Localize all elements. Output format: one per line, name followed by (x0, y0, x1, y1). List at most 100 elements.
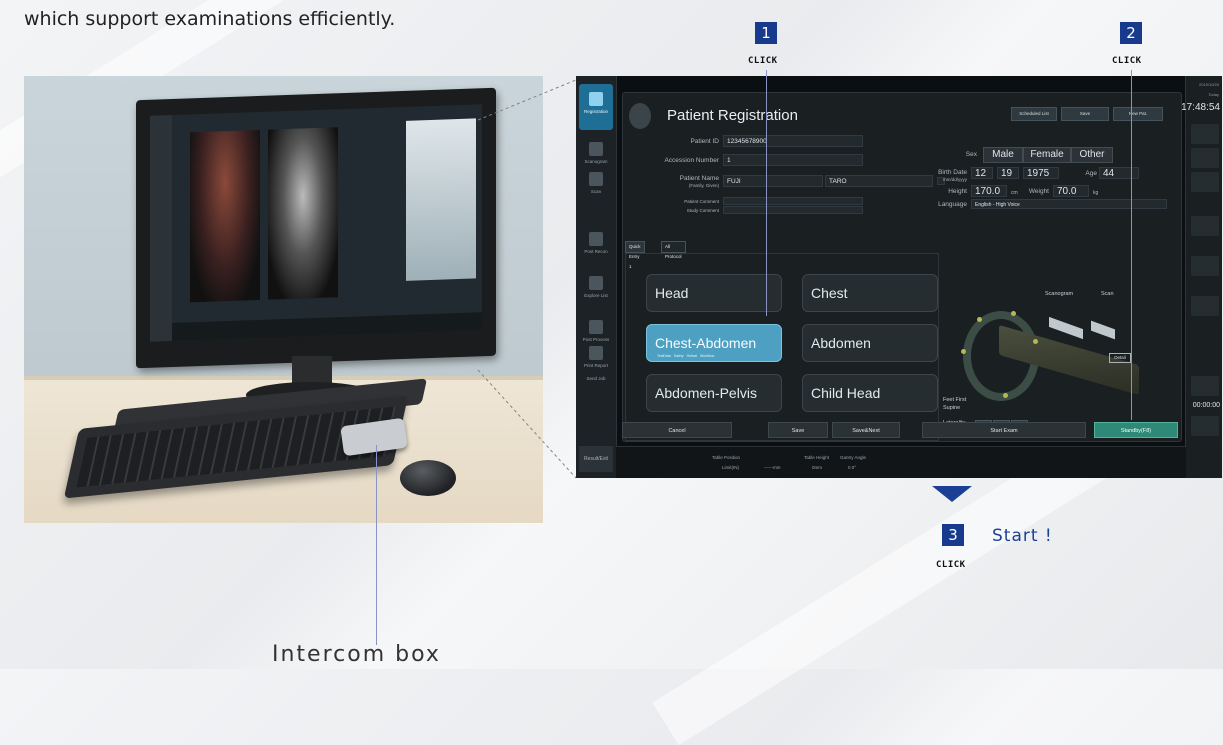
patient-id-field[interactable]: 12345678900 (723, 135, 863, 147)
protocol-sub-labels: TestData Safety Helical Workflow (657, 354, 715, 358)
age-field[interactable]: 44 (1099, 167, 1139, 179)
birth-date-label: Birth Date (938, 169, 967, 176)
table-position-value: ------mm (764, 465, 781, 470)
sidebar-item-registration[interactable]: Registration (579, 84, 613, 130)
workstation-photo (24, 76, 543, 523)
patient-comment-field[interactable] (723, 197, 863, 205)
step-3-badge: 3 (942, 524, 964, 546)
table-limit: Limit(IN) (722, 465, 739, 470)
patient-name-label: Patient Name (679, 175, 719, 182)
date-label: 2019/10/20 (1198, 82, 1219, 87)
standby-button[interactable]: Standby(F8) (1094, 422, 1178, 438)
registration-panel: Patient Registration Scheduled List Save… (622, 92, 1182, 442)
intro-text: which support examinations efficiently. (24, 8, 396, 30)
intercom-callout-line (376, 445, 377, 645)
table-status-bar: Table Position Limit(IN) ------mm Table … (616, 446, 1186, 478)
cancel-button[interactable]: Cancel (622, 422, 732, 438)
status-panel: 2019/10/20 Today 17:48:54 00:00:00 (1181, 76, 1222, 478)
ct-console-screen: Registration Scanogram Scan Post Recon E… (576, 76, 1222, 478)
weight-label: Weight (1028, 188, 1049, 195)
protocol-child-head-button[interactable]: Child Head (802, 374, 938, 412)
scan-plan-diagram: Scanogram Scan Detail Feet First Supine … (941, 253, 1177, 439)
step-1-click-label: CLICK (748, 56, 778, 66)
patient-avatar-icon (629, 103, 651, 129)
table-position-label: Table Position (712, 455, 741, 460)
exam-timer: 00:00:00 (1192, 402, 1220, 409)
start-exam-button[interactable]: Start Exam (922, 422, 1086, 438)
height-field[interactable]: 170.0 (971, 185, 1007, 197)
clock: 17:48:54 (1181, 102, 1220, 113)
step-2-badge: 2 (1120, 22, 1142, 44)
step-1-badge: 1 (755, 22, 777, 44)
protocol-chest-abdomen-button[interactable]: Chest-Abdomen TestData Safety Helical Wo… (646, 324, 782, 362)
recon-icon (589, 232, 603, 246)
save-button[interactable]: Save (1061, 107, 1109, 121)
list-icon (589, 276, 603, 290)
scanogram-arrow (1049, 316, 1083, 340)
new-patient-button[interactable]: New Pat. (1113, 107, 1163, 121)
accession-field[interactable]: 1 (723, 154, 863, 166)
sidebar-item-post-recon[interactable]: Post Recon (579, 224, 613, 270)
mouse (400, 460, 456, 496)
protocol-abdomen-button[interactable]: Abdomen (802, 324, 938, 362)
result-exit-button[interactable]: Result/Exit (579, 446, 613, 472)
workflow-sidebar: Registration Scanogram Scan Post Recon E… (576, 76, 617, 478)
step-2-click-label: CLICK (1112, 56, 1142, 66)
save-bottom-button[interactable]: Save (768, 422, 828, 438)
language-select[interactable]: English - High Voice (971, 199, 1167, 209)
protocol-abdomen-pelvis-button[interactable]: Abdomen-Pelvis (646, 374, 782, 412)
down-arrow-icon (932, 486, 972, 502)
scan-arrow (1091, 320, 1115, 340)
gantry-angle-label: Gantry Angle (840, 455, 867, 460)
tab-quick-entry[interactable]: Quick Entry 1 (625, 241, 645, 269)
gantry-angle-value: 0.0° (848, 465, 857, 470)
sex-female-button[interactable]: Female (1023, 147, 1071, 163)
body-icon[interactable] (1191, 376, 1219, 396)
tab-all-protocol[interactable]: All Protocol (661, 241, 686, 259)
save-next-button[interactable]: Save&Next (832, 422, 900, 438)
speaker-icon[interactable] (1191, 416, 1219, 436)
sidebar-item-scan[interactable]: Scan (579, 164, 613, 210)
scanogram-icon (589, 142, 603, 156)
sex-label: Sex (965, 151, 977, 158)
intercom-label: Intercom box (272, 642, 441, 667)
age-label: Age (1085, 170, 1097, 177)
ct-image (268, 127, 338, 300)
study-comment-field[interactable] (723, 206, 863, 214)
scheduled-list-button[interactable]: Scheduled List (1011, 107, 1057, 121)
detail-button[interactable]: Detail (1109, 353, 1131, 363)
page-title: Patient Registration (667, 107, 798, 124)
weight-unit: kg (1093, 190, 1099, 196)
language-label: Language (938, 201, 967, 208)
birth-date-hint: mm/dd/yyyy (942, 177, 967, 182)
family-name-field[interactable]: FUJI (723, 175, 823, 187)
sex-male-button[interactable]: Male (983, 147, 1023, 163)
step-3-click-label: CLICK (936, 560, 966, 570)
table-height-value: 0mm (812, 465, 822, 470)
accession-label: Accession Number (664, 157, 719, 164)
birth-day-field[interactable]: 19 (997, 167, 1019, 179)
sidebar-item-send-job[interactable]: Send Job (579, 376, 613, 398)
height-unit: cm (1011, 190, 1018, 196)
scanogram-label: Scanogram (1045, 291, 1074, 297)
process-icon (589, 320, 603, 334)
protocol-head-button[interactable]: Head (646, 274, 782, 312)
given-name-field[interactable]: TARO (825, 175, 933, 187)
sex-other-button[interactable]: Other (1071, 147, 1113, 163)
print-icon (589, 346, 603, 360)
protocol-chest-button[interactable]: Chest (802, 274, 938, 312)
patient-id-label: Patient ID (690, 138, 719, 145)
action-bar: Cancel Save Save&Next Start Exam Standby… (622, 422, 1180, 438)
height-label: Height (948, 188, 967, 195)
start-label: Start ! (992, 526, 1053, 546)
weight-field[interactable]: 70.0 (1053, 185, 1089, 197)
scan-label: Scan (1101, 291, 1114, 297)
patient-name-hint: (Family, Given) (688, 183, 719, 188)
sidebar-item-explore-list[interactable]: Explore List (579, 268, 613, 314)
birth-year-field[interactable]: 1975 (1023, 167, 1059, 179)
patient-comment-label: Patient Comment (684, 199, 719, 204)
registration-icon (589, 92, 603, 106)
birth-month-field[interactable]: 12 (971, 167, 993, 179)
scan-icon (589, 172, 603, 186)
day-label: Today (1208, 92, 1219, 97)
